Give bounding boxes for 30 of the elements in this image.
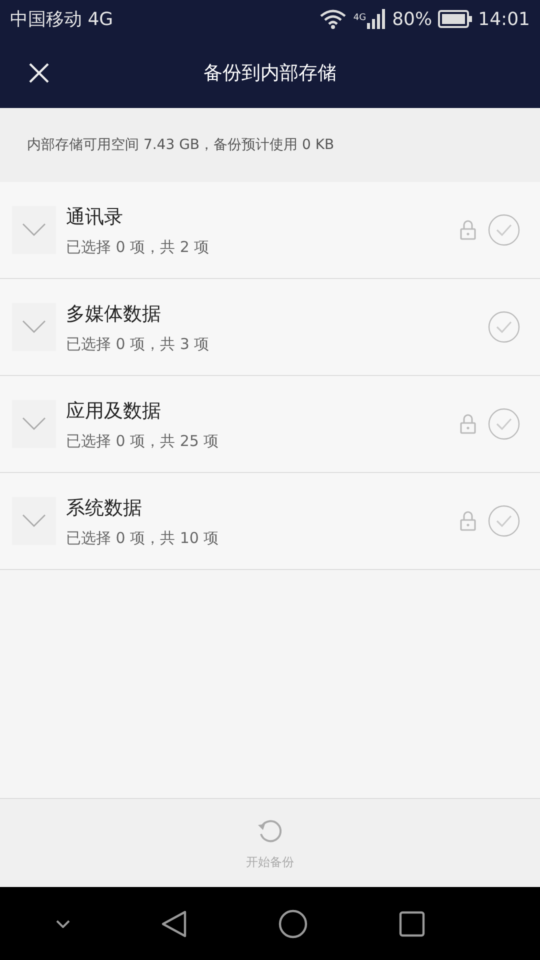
battery-percent: 80% [392,8,432,30]
category-name: 系统数据 [66,496,143,520]
select-checkbox[interactable] [488,214,520,246]
hide-nav-icon[interactable] [56,920,70,928]
wifi-icon [319,9,348,29]
network-type-label: 4G [353,12,366,22]
back-icon[interactable] [160,910,186,938]
battery-icon [438,10,472,28]
category-summary: 已选择 0 项，共 25 项 [66,432,220,450]
expand-button[interactable] [12,400,56,448]
category-summary: 已选择 0 项，共 10 项 [66,528,220,548]
category-name: 应用及数据 [66,398,162,424]
clock: 14:01 [478,8,530,30]
storage-info: 内部存储可用空间 7.43 GB，备份预计使用 0 KB [27,136,334,154]
home-icon[interactable] [278,908,308,938]
select-checkbox[interactable] [488,408,520,440]
page-title: 备份到内部存储 [204,61,336,86]
expand-button[interactable] [12,303,56,351]
category-summary: 已选择 0 项，共 2 项 [66,238,210,256]
expand-button[interactable] [12,206,56,254]
expand-button[interactable] [12,497,56,545]
select-checkbox[interactable] [488,311,520,343]
category-name: 通讯录 [66,204,124,230]
recents-icon[interactable] [398,910,424,936]
select-checkbox[interactable] [488,505,520,537]
close-icon[interactable] [29,63,49,83]
signal-icon [366,9,386,29]
carrier-label: 中国移动 4G [10,8,114,31]
category-summary: 已选择 0 项，共 3 项 [66,334,210,354]
category-name: 多媒体数据 [66,302,162,326]
